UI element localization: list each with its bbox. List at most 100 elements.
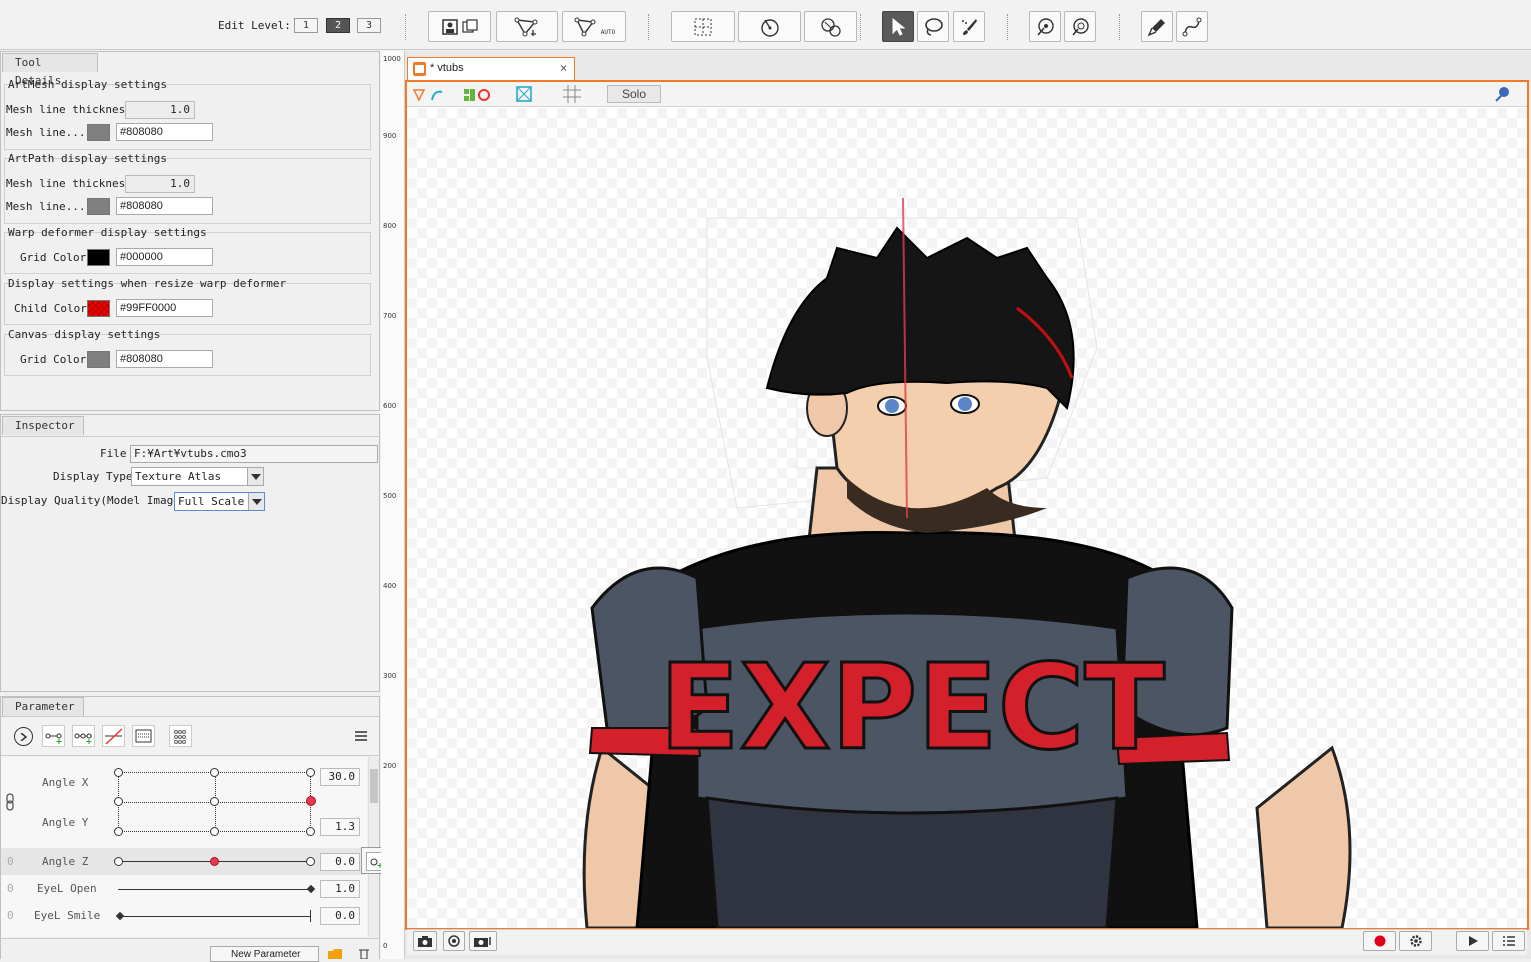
chevron-down-icon[interactable] (248, 493, 264, 510)
hamburger-menu-icon[interactable] (354, 729, 368, 743)
artmesh-color-swatch[interactable] (87, 124, 110, 141)
brush-tool-button[interactable] (953, 11, 985, 42)
display-quality-select[interactable]: Full Scale (174, 492, 265, 511)
blend-shape-weight-button[interactable] (1064, 11, 1096, 42)
artmesh-color-input[interactable]: #808080 (116, 123, 213, 141)
file-path-field: F:¥Art¥vtubs.cmo3 (130, 445, 378, 463)
auto-mesh-button[interactable]: AUTO (562, 11, 626, 42)
angle-z-handle[interactable] (210, 857, 219, 866)
glue-button[interactable] (804, 11, 857, 42)
artpath-thickness-label: Mesh line thickness (6, 177, 132, 190)
ruler-label: 200 (383, 762, 397, 770)
angle-z-value[interactable]: 0.0 (320, 853, 360, 871)
key-point[interactable] (210, 827, 219, 836)
solo-button[interactable]: Solo (607, 85, 661, 103)
canvas-grid-color-input[interactable]: #808080 (116, 350, 213, 368)
tab-parameter[interactable]: Parameter (2, 697, 84, 716)
key-point[interactable] (114, 857, 123, 866)
folder-icon[interactable] (328, 949, 342, 959)
display-type-select[interactable]: Texture Atlas (131, 467, 264, 486)
warp-grid-color-input[interactable]: #000000 (116, 248, 213, 266)
mesh-view-icon[interactable] (412, 86, 446, 104)
edit-level-label: Edit Level: (218, 19, 291, 32)
ruler-label: 700 (383, 312, 397, 320)
tab-vtubs[interactable]: * vtubs × (407, 57, 575, 80)
top-toolbar: Edit Level: 1 2 3 AUTO (0, 0, 1531, 50)
key-point[interactable] (306, 857, 315, 866)
ruler-label: 600 (383, 402, 397, 410)
artmesh-thickness-input[interactable]: 1.0 (125, 101, 195, 119)
blend-shape-button[interactable] (1029, 11, 1061, 42)
chevron-down-icon[interactable] (247, 468, 263, 485)
expand-button[interactable] (14, 727, 33, 746)
record-button[interactable] (1363, 931, 1396, 951)
grid-icon[interactable] (561, 84, 583, 104)
key-point[interactable] (306, 768, 315, 777)
rotation-deformer-button[interactable] (738, 11, 801, 42)
artmesh-color-label: Mesh line... (6, 126, 86, 139)
artpath-color-swatch[interactable] (87, 198, 110, 215)
slider-end-tick (310, 910, 311, 922)
add-key-button[interactable] (42, 725, 65, 747)
close-icon[interactable]: × (560, 61, 567, 75)
three-keys-icon (74, 733, 92, 744)
artpath-color-input[interactable]: #808080 (116, 197, 213, 215)
auto-badge: AUTO (600, 29, 616, 36)
parameter-settings-button[interactable] (132, 725, 155, 747)
canvas-viewport[interactable]: EXPECT (407, 108, 1527, 928)
add-three-keys-button[interactable] (72, 725, 95, 747)
key-point[interactable] (210, 797, 219, 806)
key-point[interactable] (306, 827, 315, 836)
mesh-edit-button[interactable] (496, 11, 558, 42)
artmesh-settings-title: ArtMesh display settings (8, 78, 167, 91)
animation-settings-button[interactable] (1399, 931, 1432, 951)
child-color-input[interactable]: #99FF0000 (116, 299, 213, 317)
deformer-button[interactable] (671, 11, 735, 42)
pen-icon (1147, 18, 1165, 36)
tab-tool-details[interactable]: Tool Details (2, 53, 98, 87)
key-point[interactable] (210, 768, 219, 777)
canvas-grid-color-swatch[interactable] (87, 351, 110, 368)
pen-tool-button[interactable] (1141, 11, 1173, 42)
path-icon (1182, 17, 1202, 36)
trash-icon[interactable] (358, 948, 370, 959)
bounds-view-icon[interactable] (515, 85, 533, 103)
capture-settings-button[interactable] (443, 931, 465, 951)
eyel-smile-value[interactable]: 0.0 (320, 907, 360, 925)
add-key-icon (45, 733, 62, 744)
eyel-open-value[interactable]: 1.0 (320, 880, 360, 898)
tab-inspector[interactable]: Inspector (2, 416, 84, 435)
child-color-swatch[interactable] (87, 300, 110, 317)
artpath-thickness-input[interactable]: 1.0 (125, 175, 195, 193)
edit-level-3-button[interactable]: 3 (357, 18, 381, 33)
rotation-deformer-icon (760, 18, 779, 37)
new-parameter-button[interactable]: New Parameter (210, 946, 319, 962)
angle-xy-handle[interactable] (306, 796, 316, 806)
eyel-open-slider[interactable] (118, 889, 311, 890)
delete-key-button[interactable] (102, 725, 125, 747)
angle-x-value[interactable]: 30.0 (320, 768, 360, 786)
edit-level-2-button[interactable]: 2 (326, 18, 350, 33)
blend-shape-icon (1037, 17, 1054, 36)
parameter-group-button[interactable] (169, 725, 192, 747)
playlist-button[interactable] (1492, 931, 1525, 951)
edit-level-1-button[interactable]: 1 (294, 18, 318, 33)
key-point[interactable] (114, 797, 123, 806)
screenshot-button[interactable] (413, 931, 437, 951)
arrow-tool-button[interactable] (882, 11, 914, 42)
eyel-smile-slider[interactable] (118, 916, 311, 917)
deformer-view-icon[interactable] (462, 86, 492, 104)
key-point[interactable] (114, 827, 123, 836)
ruler-label: 500 (383, 492, 397, 500)
path-tool-button[interactable] (1176, 11, 1208, 42)
pin-icon[interactable] (1493, 85, 1511, 103)
play-button[interactable] (1456, 931, 1489, 951)
expect-text: EXPECT (659, 638, 1165, 776)
export-capture-button[interactable] (469, 931, 497, 951)
angle-y-value[interactable]: 1.3 (320, 818, 360, 836)
warp-grid-color-swatch[interactable] (87, 249, 110, 266)
lasso-tool-button[interactable] (917, 11, 949, 42)
child-color-label: Child Color (14, 302, 87, 315)
key-point[interactable] (114, 768, 123, 777)
model-select-button[interactable] (428, 11, 491, 42)
